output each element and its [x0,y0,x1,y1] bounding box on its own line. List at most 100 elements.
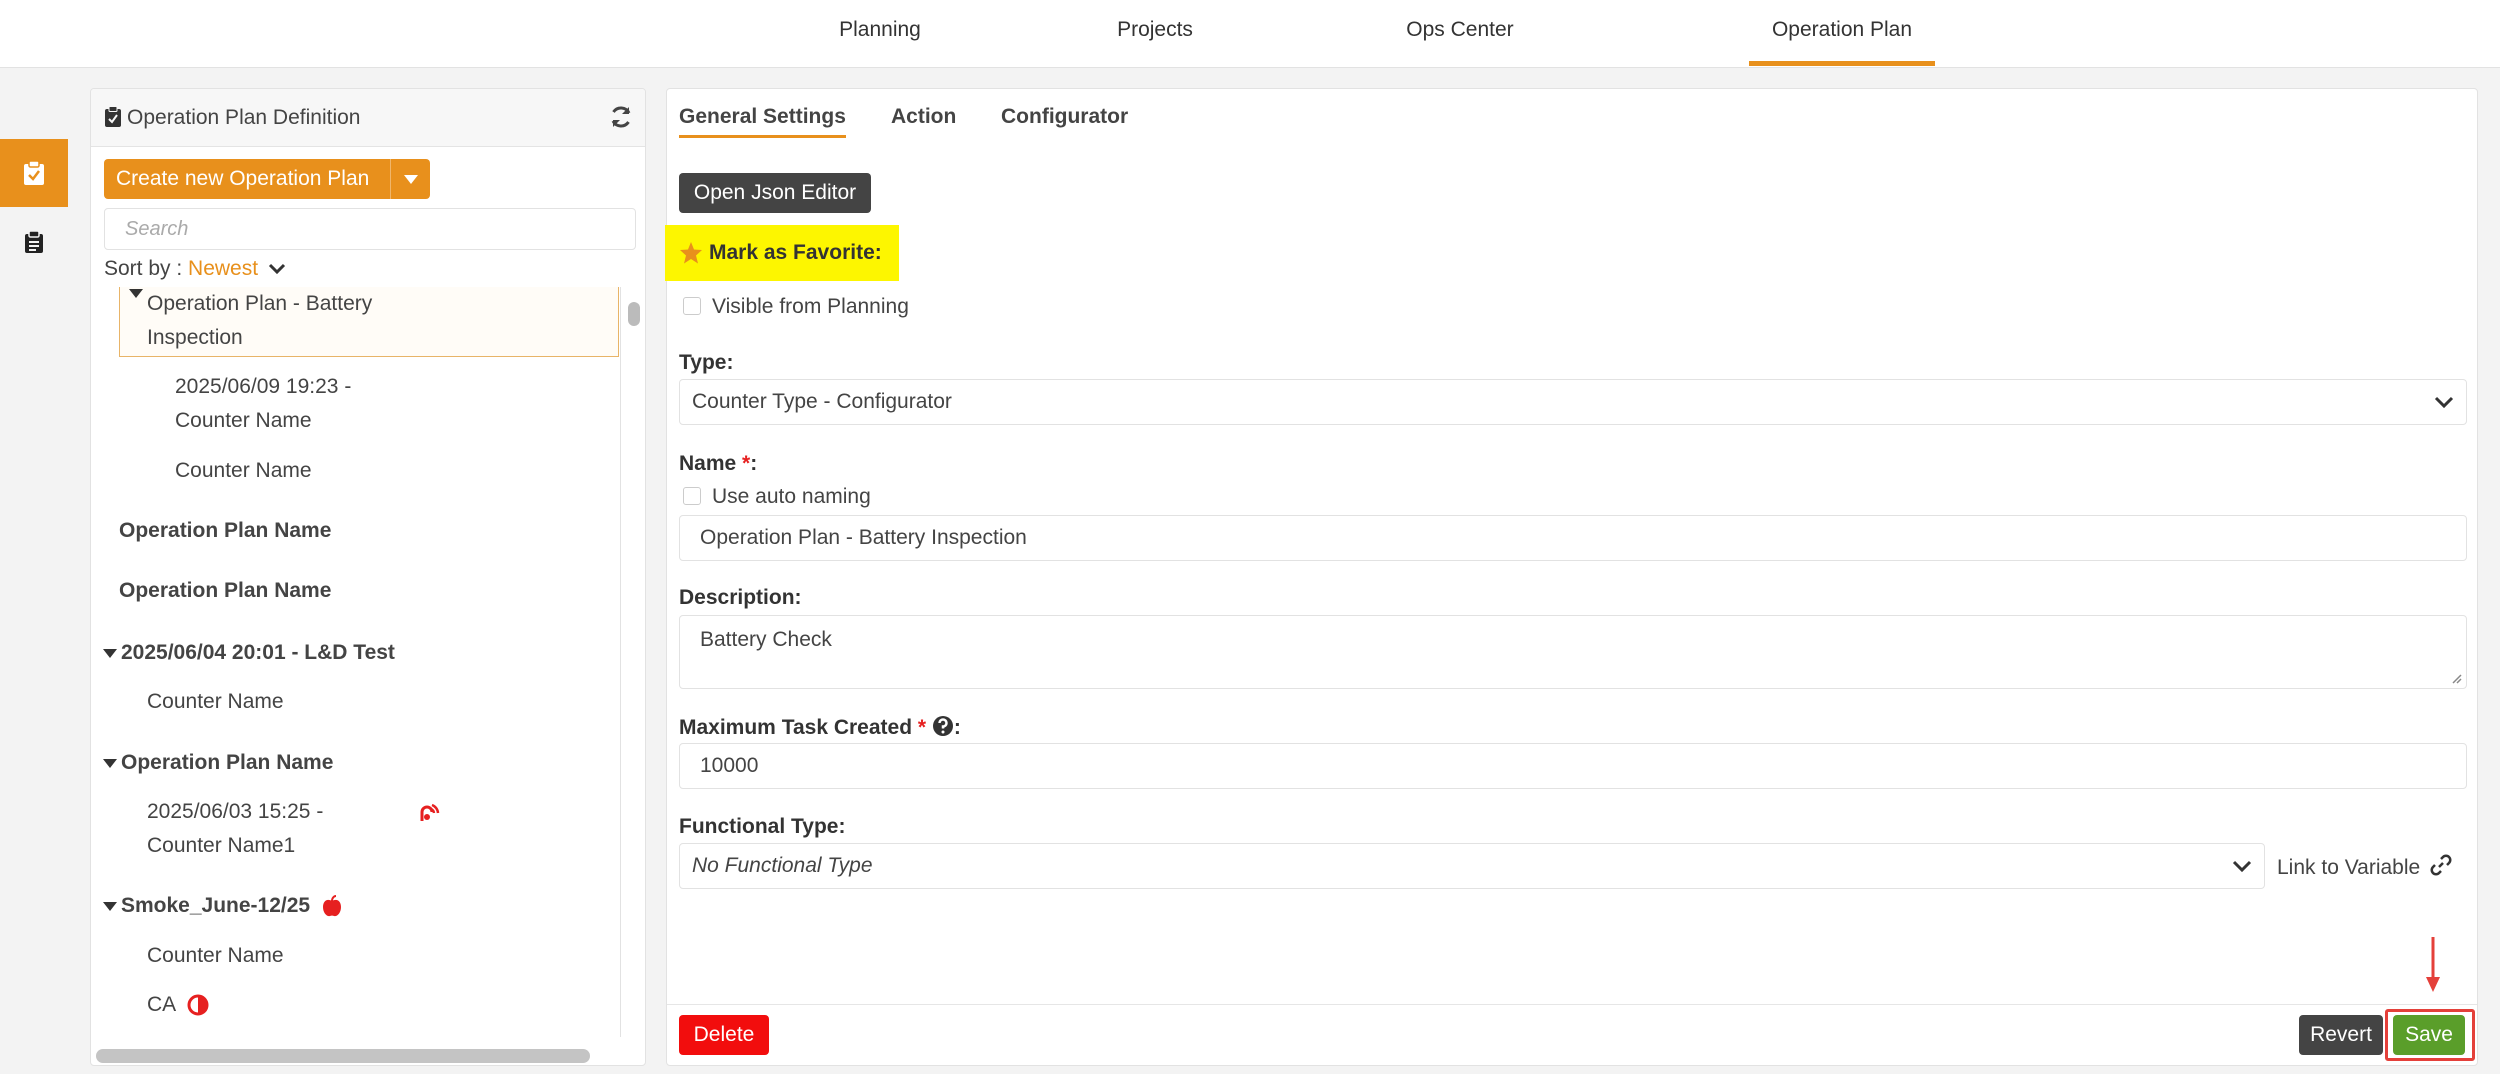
star-icon [680,242,702,264]
label-colon: : [750,452,758,475]
tree-node-label: 2025/06/04 20:01 - L&D Test [121,641,395,664]
caret-down-icon [103,758,117,768]
help-icon[interactable] [932,715,954,737]
link-to-variable[interactable]: Link to Variable [2277,854,2452,880]
tab-configurator[interactable]: Configurator [1001,105,1128,135]
link-icon [2430,854,2452,876]
nav-tab-projects[interactable]: Projects [1095,0,1215,68]
caret-down-icon [129,288,143,298]
sort-by[interactable]: Sort by : Newest [104,257,286,281]
caret-down-icon [103,648,117,658]
nav-tab-label: Planning [839,18,921,41]
create-button-label: Create new Operation Plan [116,167,370,190]
max-task-label: Maximum Task Created * : [679,715,961,740]
tree-leaf-ca[interactable]: CA [147,988,209,1022]
footer-divider [667,1004,2477,1005]
half-circle-icon [187,994,209,1016]
tree-node-smoke-june[interactable]: Smoke_June-12/25 [103,889,342,923]
panel-header: Operation Plan Definition [91,89,645,147]
tree-node-operation-plan[interactable]: Operation Plan Name [119,514,331,548]
max-task-input[interactable]: 10000 [679,743,2467,789]
clipboard-list-icon [25,230,43,253]
create-dropdown-toggle[interactable] [390,159,430,199]
panel-title: Operation Plan Definition [127,106,361,129]
sort-value: Newest [188,257,259,280]
tree-leaf-counter[interactable]: Counter Name [147,685,284,719]
description-textarea[interactable]: Battery Check [679,615,2467,689]
required-marker: * [742,452,751,475]
tree-leaf-counter[interactable]: 2025/06/09 19:23 - [175,370,351,404]
delete-button[interactable]: Delete [679,1015,769,1055]
tree-node-label: Operation Plan - Battery [147,292,373,315]
name-label-text: Name [679,452,737,475]
favorite-label: Mark as Favorite: [709,241,882,264]
type-select-value: Counter Type - Configurator [692,390,952,413]
functional-type-select[interactable]: No Functional Type [679,843,2265,889]
type-select[interactable]: Counter Type - Configurator [679,379,2467,425]
type-label: Type: [679,351,734,374]
auto-naming-checkbox[interactable] [683,487,701,505]
visible-from-planning-checkbox[interactable] [683,297,701,315]
resize-handle-icon[interactable] [2450,672,2462,684]
tab-general-settings[interactable]: General Settings [679,105,846,138]
label-colon: : [953,716,961,739]
description-value: Battery Check [700,628,832,651]
horizontal-scrollbar[interactable] [96,1049,590,1063]
icon-rail [0,68,68,1074]
search-input[interactable] [104,208,636,250]
operation-plan-list-panel: Operation Plan Definition Create new Ope… [90,88,646,1066]
caret-down-icon [103,901,117,911]
rail-item-list[interactable] [0,208,68,276]
sort-label: Sort by : [104,257,189,280]
name-label: Name *: [679,452,757,476]
nav-tab-label: Operation Plan [1771,18,1913,41]
tree-leaf-counter[interactable]: 2025/06/03 15:25 - [147,795,323,829]
tree-node-label: Smoke_June-12/25 [121,894,311,917]
visible-from-planning-label: Visible from Planning [712,295,909,318]
name-input[interactable]: Operation Plan - Battery Inspection [679,515,2467,561]
chevron-down-icon [268,264,285,275]
tree-leaf-label: CA [147,993,176,1016]
auto-naming-label: Use auto naming [712,485,871,508]
refresh-icon[interactable] [609,105,633,129]
tree-node-operation-plan[interactable]: Operation Plan Name [103,746,333,780]
chevron-down-icon [2232,860,2252,873]
operation-plan-tree: Operation Plan - Battery Inspection 2025… [91,287,621,1037]
functional-type-label: Functional Type: [679,815,846,838]
nav-tab-operation-plan[interactable]: Operation Plan [1749,0,1935,68]
open-json-editor-button[interactable]: Open Json Editor [679,173,871,213]
link-to-variable-label: Link to Variable [2277,856,2421,879]
revert-button[interactable]: Revert [2299,1015,2383,1055]
nav-tab-ops-center[interactable]: Ops Center [1395,0,1525,68]
tree-node-operation-plan[interactable]: Operation Plan Name [119,574,331,608]
tree-leaf-counter[interactable]: Counter Name [147,939,284,973]
clipboard-check-icon [105,106,121,127]
rail-item-operation-plan[interactable] [0,139,68,207]
tab-action[interactable]: Action [891,105,956,135]
tree-node-label: Inspection [147,326,243,349]
max-task-label-text: Maximum Task Created [679,716,913,739]
tree-node-label: Operation Plan Name [121,751,334,774]
nav-tab-planning[interactable]: Planning [820,0,940,68]
clipboard-check-icon [24,160,44,185]
caret-down-icon [403,174,418,184]
tree-node-ld-test[interactable]: 2025/06/04 20:01 - L&D Test [103,636,395,670]
arrow-down-icon [2426,937,2440,992]
tree-node-operation-plan-battery[interactable] [129,287,147,321]
tree-leaf-counter[interactable]: Counter Name [175,454,312,488]
tree-leaf-label: Counter Name1 [147,834,296,857]
create-operation-plan-button[interactable]: Create new Operation Plan [104,159,430,199]
save-button[interactable]: Save [2393,1015,2465,1055]
top-navigation: Planning Projects Ops Center Operation P… [0,0,2500,68]
description-label: Description: [679,586,802,609]
nav-tab-label: Projects [1117,18,1193,41]
functional-type-value: No Functional Type [692,854,873,877]
apple-icon [322,895,341,917]
nav-tab-label: Ops Center [1406,18,1514,41]
mark-as-favorite[interactable]: Mark as Favorite: [665,225,899,281]
chevron-down-icon [2434,396,2454,409]
vertical-scrollbar[interactable] [628,302,640,326]
required-marker: * [917,716,927,739]
operation-plan-editor: General Settings Action Configurator Ope… [665,88,2478,1066]
tree-leaf-label: Counter Name [175,409,312,432]
